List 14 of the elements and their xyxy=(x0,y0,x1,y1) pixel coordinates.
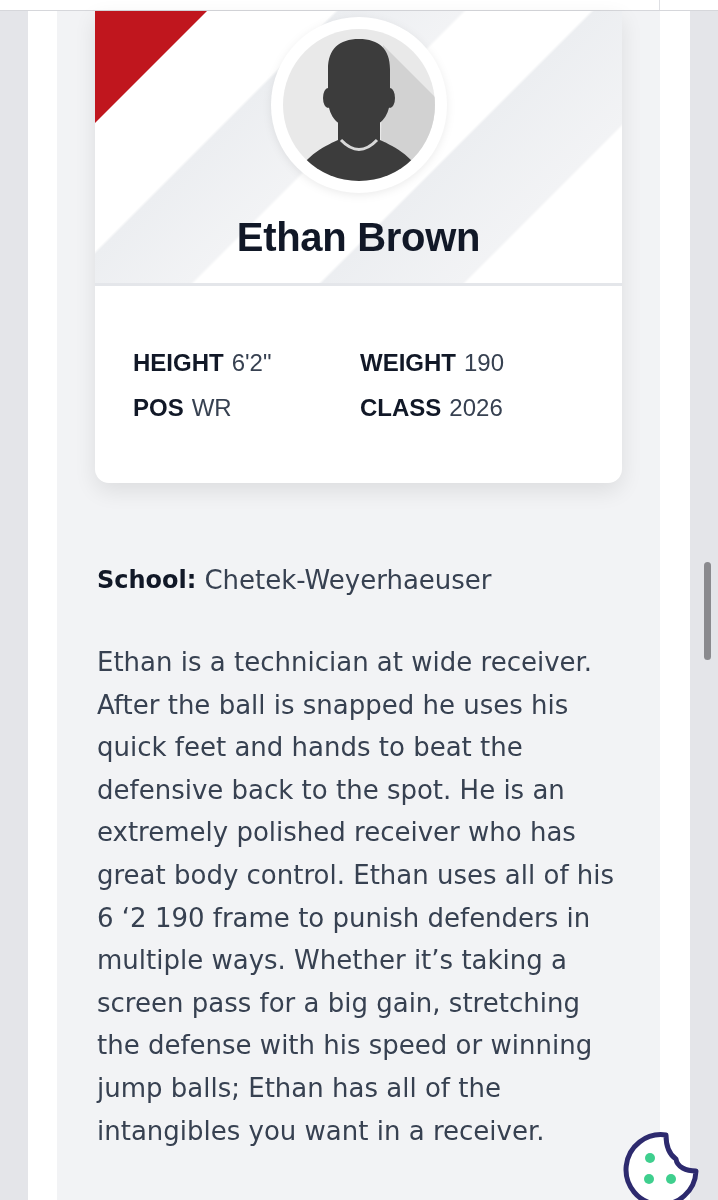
stat-label: CLASS xyxy=(360,393,442,423)
stat-value: 6'2" xyxy=(231,348,272,378)
stat-label: WEIGHT xyxy=(360,348,456,378)
stat-label: HEIGHT xyxy=(133,348,224,378)
scrollbar-thumb[interactable] xyxy=(704,562,711,660)
school-label: School: xyxy=(97,565,197,596)
stat-value: 190 xyxy=(464,348,505,378)
cookie-icon[interactable] xyxy=(621,1130,699,1200)
stat-value: WR xyxy=(191,393,232,423)
stat-value: 2026 xyxy=(449,393,503,423)
player-name: Ethan Brown xyxy=(236,214,481,261)
school-name: Chetek-Weyerhaeuser xyxy=(204,564,492,597)
stat-label: POS xyxy=(133,393,184,423)
player-bio: Ethan is a technician at wide receiver. After the ball is snapped he uses his quick feet and hands to beat the defensive back to the spot. He is an extremely polished receiver who has great body control. Ethan uses all of his 6 ‘2 190 frame to punish defenders in multiple ways. Whether it’s taking a screen pass for a big gain, stretching the defense with his speed or winning jump balls; Ethan has all of the intangibles you want in a receiver. xyxy=(97,646,616,1148)
